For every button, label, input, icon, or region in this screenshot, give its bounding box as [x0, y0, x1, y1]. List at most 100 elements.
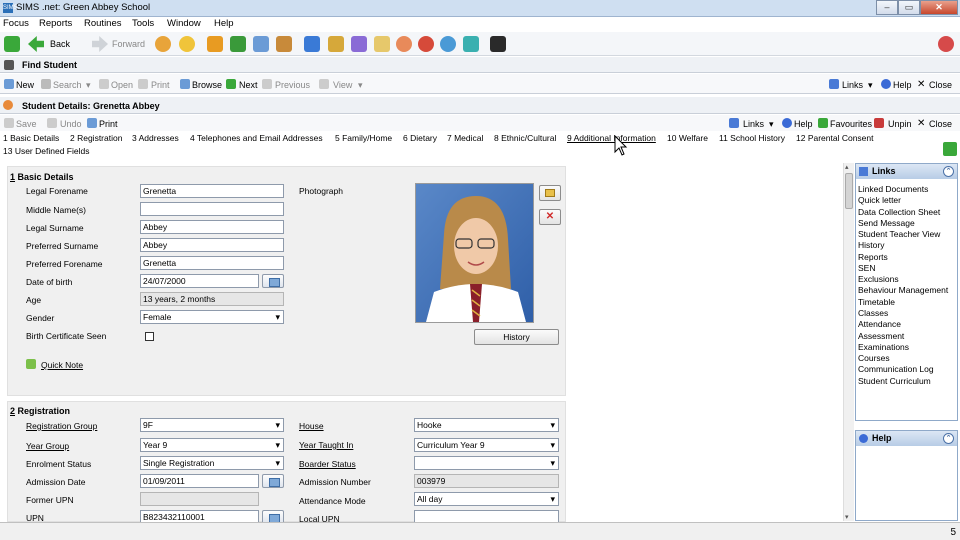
- enrolment-select[interactable]: Single Registration: [140, 456, 284, 470]
- reg-group-select[interactable]: 9F: [140, 418, 284, 432]
- search-dropdown-icon[interactable]: ▾: [86, 80, 91, 91]
- dob-input[interactable]: 24/07/2000: [140, 274, 259, 288]
- admission-date-calendar-icon[interactable]: [262, 474, 284, 488]
- sims-support-icon[interactable]: [938, 36, 954, 52]
- menu-routines[interactable]: Routines: [84, 18, 122, 29]
- house-select[interactable]: Hooke: [414, 418, 559, 432]
- links-dropdown-icon[interactable]: ▾: [769, 119, 774, 130]
- link-classes[interactable]: Classes: [858, 308, 888, 318]
- close-find-button[interactable]: Close: [929, 80, 952, 90]
- menu-reports[interactable]: Reports: [39, 18, 72, 29]
- tab-telephones-email[interactable]: 4 Telephones and Email Addresses: [190, 133, 323, 143]
- boarder-status-select[interactable]: [414, 456, 559, 470]
- link-behaviour-management[interactable]: Behaviour Management: [858, 285, 948, 295]
- link-reports[interactable]: Reports: [858, 252, 888, 262]
- scroll-up-icon[interactable]: ▴: [845, 163, 849, 171]
- link-send-message[interactable]: Send Message: [858, 218, 915, 228]
- save-button[interactable]: Save: [16, 119, 37, 129]
- user-admin-icon[interactable]: [440, 36, 456, 52]
- menu-tools[interactable]: Tools: [132, 18, 154, 29]
- add-photo-button[interactable]: [539, 185, 561, 201]
- menu-focus[interactable]: Focus: [3, 18, 29, 29]
- tab-basic-details[interactable]: 1 Basic Details: [3, 133, 59, 143]
- next-button[interactable]: Next: [239, 80, 258, 90]
- tab-ethnic-cultural[interactable]: 8 Ethnic/Cultural: [494, 133, 556, 143]
- forward-arrow-icon[interactable]: [92, 36, 108, 52]
- admission-date-input[interactable]: 01/09/2011: [140, 474, 259, 488]
- close-window-button[interactable]: ✕: [920, 0, 958, 15]
- link-communication-log[interactable]: Communication Log: [858, 364, 934, 374]
- tab-welfare[interactable]: 10 Welfare: [667, 133, 708, 143]
- tab-dietary[interactable]: 6 Dietary: [403, 133, 437, 143]
- dob-calendar-icon[interactable]: [262, 274, 284, 288]
- gender-select[interactable]: Female: [140, 310, 284, 324]
- links-button[interactable]: Links: [842, 80, 863, 90]
- view-dropdown-icon[interactable]: ▾: [358, 80, 363, 91]
- notes-icon[interactable]: [374, 36, 390, 52]
- chart-icon[interactable]: [304, 36, 320, 52]
- tab-user-defined-fields[interactable]: 13 User Defined Fields: [3, 146, 89, 156]
- view-button[interactable]: View: [333, 80, 352, 90]
- content-scrollbar[interactable]: ▴ ▾: [843, 163, 854, 521]
- birth-certificate-checkbox[interactable]: [145, 332, 154, 341]
- quick-note-link[interactable]: Quick Note: [41, 360, 83, 370]
- reg-group-label[interactable]: Registration Group: [26, 421, 97, 431]
- link-courses[interactable]: Courses: [858, 353, 890, 363]
- tab-parental-consent[interactable]: 12 Parental Consent: [796, 133, 874, 143]
- menu-help[interactable]: Help: [214, 18, 234, 29]
- tab-additional-information[interactable]: 9 Additional Information: [567, 133, 656, 143]
- year-taught-select[interactable]: Curriculum Year 9: [414, 438, 559, 452]
- forward-button[interactable]: Forward: [112, 39, 145, 49]
- previous-button[interactable]: Previous: [275, 80, 310, 90]
- year-taught-label[interactable]: Year Taught In: [299, 440, 353, 450]
- open-button[interactable]: Open: [111, 80, 133, 90]
- refresh-arrows-icon[interactable]: [4, 36, 20, 52]
- refresh-icon[interactable]: [943, 142, 957, 156]
- menu-window[interactable]: Window: [167, 18, 201, 29]
- person-icon[interactable]: [179, 36, 195, 52]
- maximize-button[interactable]: ▭: [898, 0, 920, 15]
- exchange-icon[interactable]: [463, 36, 479, 52]
- attendance-mode-select[interactable]: All day: [414, 492, 559, 506]
- report-icon[interactable]: [328, 36, 344, 52]
- boarder-status-label[interactable]: Boarder Status: [299, 459, 356, 469]
- staff-icon[interactable]: [396, 36, 412, 52]
- scroll-thumb[interactable]: [845, 173, 853, 209]
- people-icon[interactable]: [155, 36, 171, 52]
- link-student-teacher-view[interactable]: Student Teacher View: [858, 229, 940, 239]
- undo-button[interactable]: Undo: [60, 119, 82, 129]
- tab-addresses[interactable]: 3 Addresses: [132, 133, 179, 143]
- links-dropdown-icon[interactable]: ▾: [868, 80, 873, 91]
- link-examinations[interactable]: Examinations: [858, 342, 909, 352]
- colour-wheel-icon[interactable]: [490, 36, 506, 52]
- flag-icon[interactable]: [230, 36, 246, 52]
- minimize-button[interactable]: –: [876, 0, 898, 15]
- unpin-button[interactable]: Unpin: [888, 119, 912, 129]
- year-group-label[interactable]: Year Group: [26, 441, 69, 451]
- search-button[interactable]: Search: [53, 80, 82, 90]
- help-button[interactable]: Help: [794, 119, 813, 129]
- link-student-curriculum[interactable]: Student Curriculum: [858, 376, 931, 386]
- tab-school-history[interactable]: 11 School History: [719, 133, 785, 143]
- browse-button[interactable]: Browse: [192, 80, 222, 90]
- help-panel-header[interactable]: Help ⌃: [856, 431, 957, 446]
- delete-photo-button[interactable]: ✕: [539, 209, 561, 225]
- favourites-button[interactable]: Favourites: [830, 119, 872, 129]
- links-collapse-icon[interactable]: ⌃: [943, 166, 954, 177]
- history-button[interactable]: History: [474, 329, 559, 345]
- links-button[interactable]: Links: [743, 119, 764, 129]
- timetable-icon[interactable]: [351, 36, 367, 52]
- link-linked-documents[interactable]: Linked Documents: [858, 184, 928, 194]
- link-exclusions[interactable]: Exclusions: [858, 274, 899, 284]
- link-assessment[interactable]: Assessment: [858, 331, 904, 341]
- tab-medical[interactable]: 7 Medical: [447, 133, 483, 143]
- link-timetable[interactable]: Timetable: [858, 297, 895, 307]
- scroll-down-icon[interactable]: ▾: [845, 513, 849, 521]
- link-sen[interactable]: SEN: [858, 263, 875, 273]
- link-quick-letter[interactable]: Quick letter: [858, 195, 901, 205]
- back-arrow-icon[interactable]: [28, 36, 44, 52]
- preferred-surname-input[interactable]: Abbey: [140, 238, 284, 252]
- tab-family-home[interactable]: 5 Family/Home: [335, 133, 392, 143]
- legal-surname-input[interactable]: Abbey: [140, 220, 284, 234]
- help-button[interactable]: Help: [893, 80, 912, 90]
